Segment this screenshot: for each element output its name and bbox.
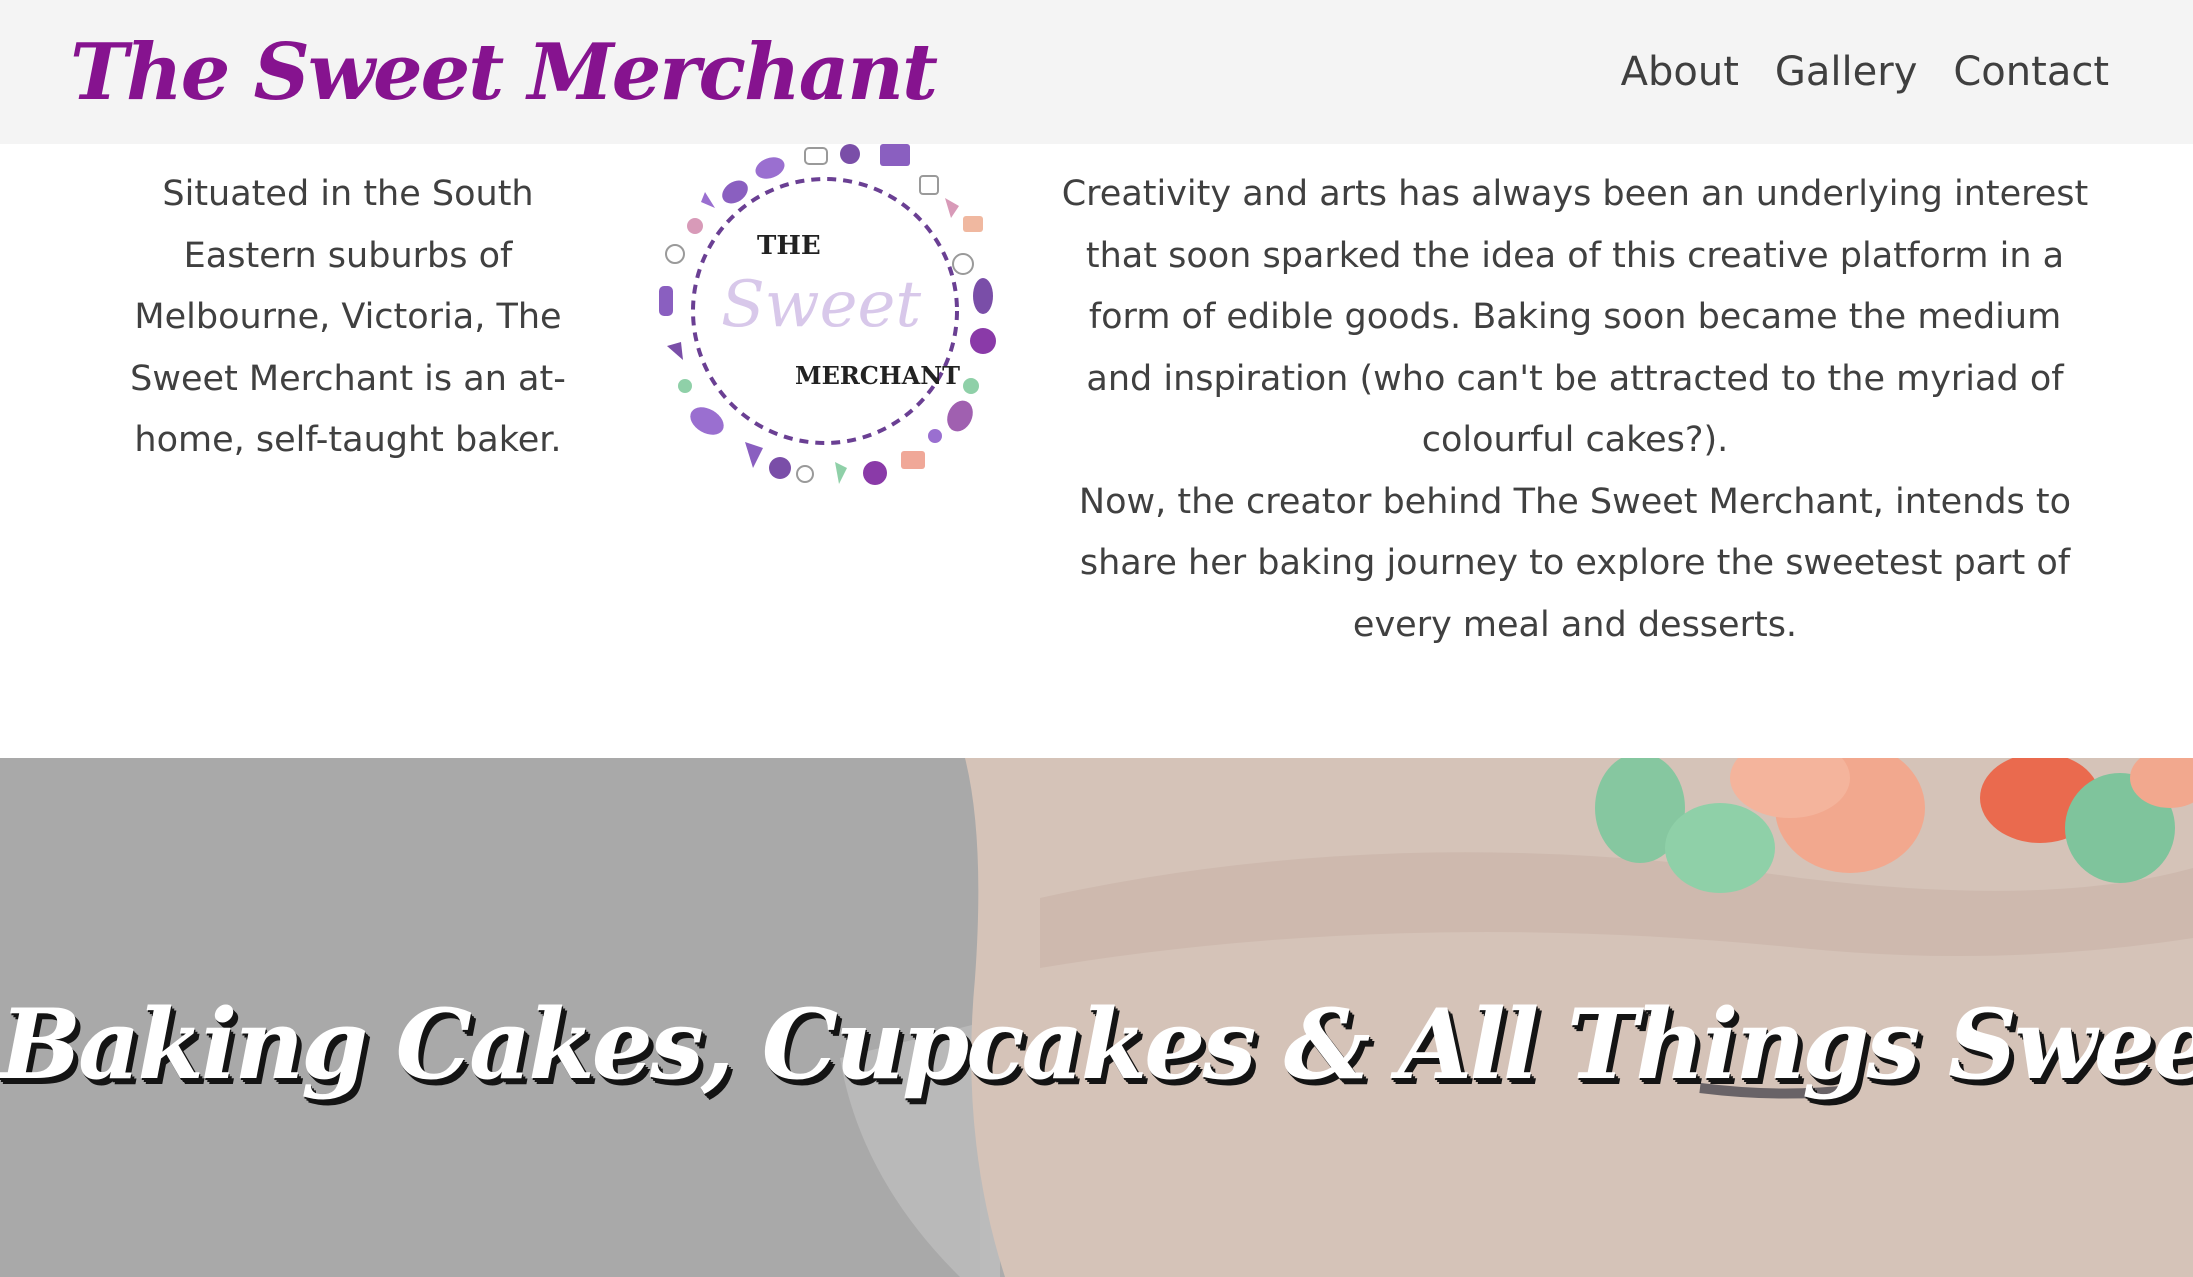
nav-link-about[interactable]: About [1621,49,1739,95]
nav-link-gallery[interactable]: Gallery [1775,49,1917,95]
logo-text-sweet: Sweet [721,268,921,342]
nav-link-contact[interactable]: Contact [1953,49,2109,95]
logo-text-the: THE [757,231,821,261]
nav-links: About Gallery Contact [1621,49,2109,95]
story-text: Creativity and arts has always been an u… [1055,164,2095,656]
intro-text: Situated in the South Eastern suburbs of… [130,174,566,460]
page: The Sweet Merchant About Gallery Contact… [0,0,2193,1277]
about-section: Situated in the South Eastern suburbs of… [0,144,2193,758]
brand-logo-link[interactable]: The Sweet Merchant [70,27,938,118]
sweet-merchant-logo: THE Sweet MERCHANT [659,144,996,485]
hero-banner: Baking Cakes, Cupcakes & All Things Swee… [0,758,2193,1277]
story-paragraph: Now, the creator behind The Sweet Mercha… [1078,481,2072,645]
logo-text-merchant: MERCHANT [795,361,960,390]
hero-title: Baking Cakes, Cupcakes & All Things Swee… [0,988,2193,1101]
navbar: The Sweet Merchant About Gallery Contact [0,0,2193,144]
story-paragraph: Creativity and arts has always been an u… [1061,174,2089,460]
